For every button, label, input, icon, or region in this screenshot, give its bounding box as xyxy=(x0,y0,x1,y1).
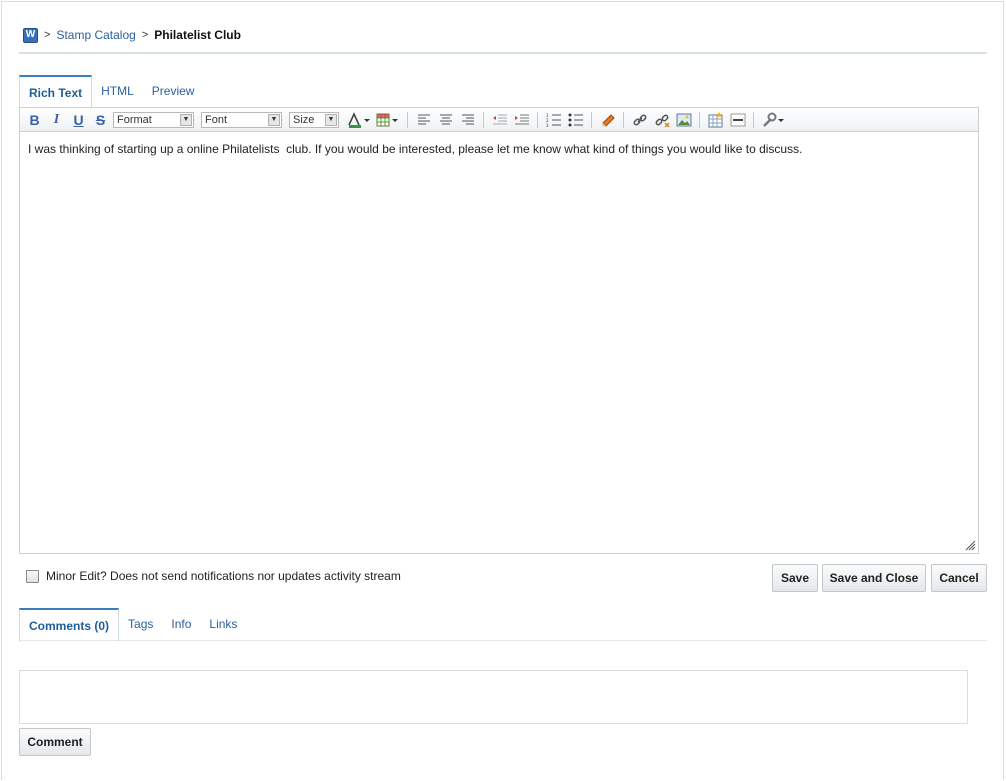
cancel-button[interactable]: Cancel xyxy=(931,564,987,592)
editor-content: I was thinking of starting up a online P… xyxy=(28,142,803,156)
comment-input[interactable] xyxy=(19,670,968,724)
size-select[interactable]: Size ▼ xyxy=(289,111,339,128)
tools-menu-icon[interactable] xyxy=(760,110,786,129)
strikethrough-button[interactable]: S xyxy=(91,110,110,129)
link-icon[interactable] xyxy=(630,110,649,129)
tab-info[interactable]: Info xyxy=(162,608,200,641)
resize-grip-icon[interactable] xyxy=(965,540,976,551)
minor-edit-label: Minor Edit? Does not send notifications … xyxy=(46,569,401,583)
font-select-value: Font xyxy=(205,113,228,126)
outdent-icon[interactable] xyxy=(490,110,509,129)
image-icon[interactable] xyxy=(674,110,693,129)
chevron-down-icon: ▼ xyxy=(180,113,192,126)
unlink-icon[interactable] xyxy=(652,110,671,129)
save-and-close-button[interactable]: Save and Close xyxy=(822,564,926,592)
toolbar-separator xyxy=(623,111,624,128)
svg-text:3: 3 xyxy=(546,123,549,127)
toolbar-separator xyxy=(483,111,484,128)
toolbar-separator xyxy=(591,111,592,128)
rich-text-editor[interactable]: I was thinking of starting up a online P… xyxy=(19,131,979,554)
horizontal-rule-icon[interactable] xyxy=(728,110,747,129)
toolbar-separator xyxy=(699,111,700,128)
minor-edit-checkbox[interactable] xyxy=(26,569,39,583)
comment-button[interactable]: Comment xyxy=(19,728,91,756)
toolbar-separator xyxy=(753,111,754,128)
toolbar-separator xyxy=(537,111,538,128)
eraser-icon[interactable] xyxy=(598,110,617,129)
wiki-icon[interactable]: W xyxy=(23,27,38,43)
tabs-divider xyxy=(19,640,987,641)
details-tabs: Comments (0) Tags Info Links xyxy=(19,607,246,642)
size-select-value: Size xyxy=(293,113,315,126)
format-select-value: Format xyxy=(117,113,152,126)
tab-html[interactable]: HTML xyxy=(92,75,143,108)
format-select[interactable]: Format ▼ xyxy=(113,111,194,128)
italic-button[interactable]: I xyxy=(47,110,66,129)
minor-edit-row: Minor Edit? Does not send notifications … xyxy=(26,569,401,583)
tab-preview[interactable]: Preview xyxy=(143,75,204,108)
breadcrumb-separator: > xyxy=(141,29,149,41)
header-divider xyxy=(19,52,987,54)
bullet-list-icon[interactable] xyxy=(566,110,585,129)
underline-button[interactable]: U xyxy=(69,110,88,129)
save-button[interactable]: Save xyxy=(772,564,818,592)
chevron-down-icon: ▼ xyxy=(325,113,337,126)
insert-template-icon[interactable] xyxy=(706,110,725,129)
editor-toolbar: B I U S Format ▼ Font ▼ Size ▼ 123 xyxy=(19,107,979,132)
align-center-icon[interactable] xyxy=(436,110,455,129)
tab-comments[interactable]: Comments (0) xyxy=(19,608,120,642)
align-left-icon[interactable] xyxy=(414,110,433,129)
breadcrumb-current: Philatelist Club xyxy=(154,28,241,42)
tab-links[interactable]: Links xyxy=(200,608,246,641)
tab-tags[interactable]: Tags xyxy=(119,608,162,641)
breadcrumb: W > Stamp Catalog > Philatelist Club xyxy=(23,27,241,43)
breadcrumb-parent-link[interactable]: Stamp Catalog xyxy=(56,28,135,42)
table-icon[interactable] xyxy=(375,110,401,129)
indent-icon[interactable] xyxy=(512,110,531,129)
align-right-icon[interactable] xyxy=(458,110,477,129)
bold-button[interactable]: B xyxy=(25,110,44,129)
tab-rich-text[interactable]: Rich Text xyxy=(19,75,93,109)
chevron-down-icon: ▼ xyxy=(268,113,280,126)
editor-tabs: Rich Text HTML Preview xyxy=(19,74,204,109)
breadcrumb-separator: > xyxy=(44,29,51,41)
font-select[interactable]: Font ▼ xyxy=(201,111,282,128)
toolbar-separator xyxy=(407,111,408,128)
text-color-icon[interactable] xyxy=(346,110,372,129)
numbered-list-icon[interactable]: 123 xyxy=(544,110,563,129)
